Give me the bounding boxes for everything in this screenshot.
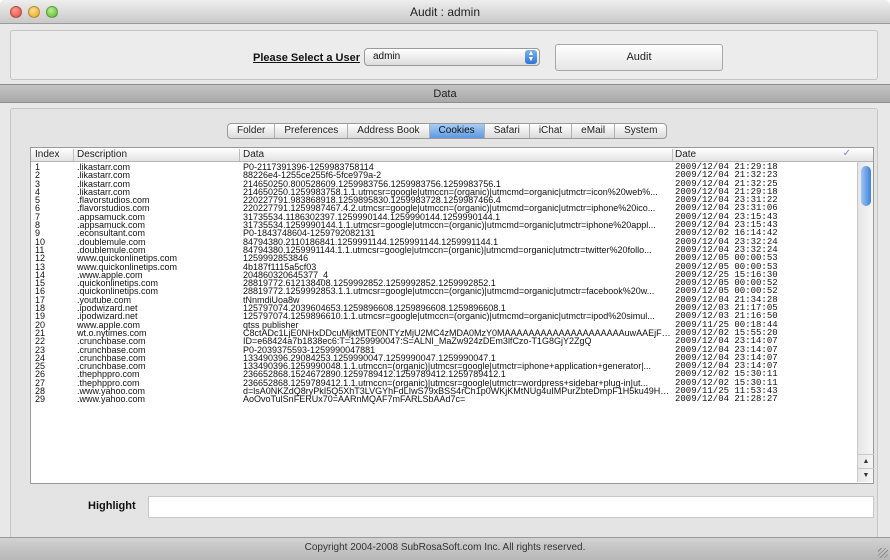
app-window: Audit : admin Please Select a User admin… — [0, 0, 890, 560]
data-section-header: Data — [0, 84, 890, 103]
tab-folder[interactable]: Folder — [228, 124, 276, 138]
column-header-index[interactable]: Index — [35, 149, 59, 160]
tab-system[interactable]: System — [615, 124, 666, 138]
updown-arrows-icon: ▲ ▼ — [525, 50, 537, 64]
user-select-value: admin — [373, 51, 401, 62]
row-data: AoOvoTulSnFERUx70=AARnMQAF7mFARLSbAAd7c= — [243, 394, 466, 405]
scroll-up-arrow-icon[interactable]: ▲ — [858, 454, 874, 468]
scroll-down-arrow-icon[interactable]: ▼ — [858, 468, 874, 482]
tab-safari[interactable]: Safari — [485, 124, 530, 138]
row-description: .www.yahoo.com — [77, 394, 146, 405]
column-separator — [672, 149, 673, 161]
highlight-field[interactable] — [148, 496, 874, 518]
user-select[interactable]: admin ▲ ▼ — [364, 48, 540, 66]
audit-button[interactable]: Audit — [555, 44, 723, 71]
tab-cookies[interactable]: Cookies — [429, 124, 485, 138]
title-bar[interactable]: Audit : admin — [0, 0, 890, 24]
highlight-label: Highlight — [88, 500, 136, 512]
table-header: Index Description Data Date ✓ — [31, 148, 873, 162]
copyright-text: Copyright 2004-2008 SubRosaSoft.com Inc.… — [304, 542, 586, 553]
column-header-description[interactable]: Description — [77, 149, 127, 160]
tab-ichat[interactable]: iChat — [530, 124, 573, 138]
column-separator — [239, 149, 240, 161]
column-separator — [73, 149, 74, 161]
row-date: 2009/12/04 21:28:27 — [675, 394, 778, 405]
scrollbar-thumb[interactable] — [861, 166, 871, 206]
tab-preferences[interactable]: Preferences — [275, 124, 349, 138]
resize-grip-icon[interactable] — [878, 548, 888, 558]
copyright-footer: Copyright 2004-2008 SubRosaSoft.com Inc.… — [0, 537, 890, 560]
column-header-data[interactable]: Data — [243, 149, 264, 160]
column-header-date[interactable]: Date — [675, 149, 696, 160]
category-tabs: Folder Preferences Address Book Cookies Safa… — [227, 123, 668, 139]
tab-address-book[interactable]: Address Book — [348, 124, 430, 138]
checkmark-icon: ✓ — [842, 148, 851, 159]
select-user-label: Please Select a User — [253, 52, 361, 64]
row-index: 29 — [35, 394, 46, 405]
tab-email[interactable]: eMail — [572, 124, 616, 138]
cookies-table[interactable]: Index Description Data Date ✓ 1 .likastar… — [30, 147, 874, 484]
window-title: Audit : admin — [409, 5, 481, 19]
table-row[interactable]: 29 .www.yahoo.com AoOvoTulSnFERUx70=AARnMQ… — [31, 394, 857, 405]
scroll-arrows: ▲ ▼ — [858, 454, 874, 482]
table-vertical-scrollbar[interactable]: ▲ ▼ — [857, 162, 874, 482]
table-body: 1 .likastarr.com P0-2117391396-12599837581… — [31, 162, 857, 405]
